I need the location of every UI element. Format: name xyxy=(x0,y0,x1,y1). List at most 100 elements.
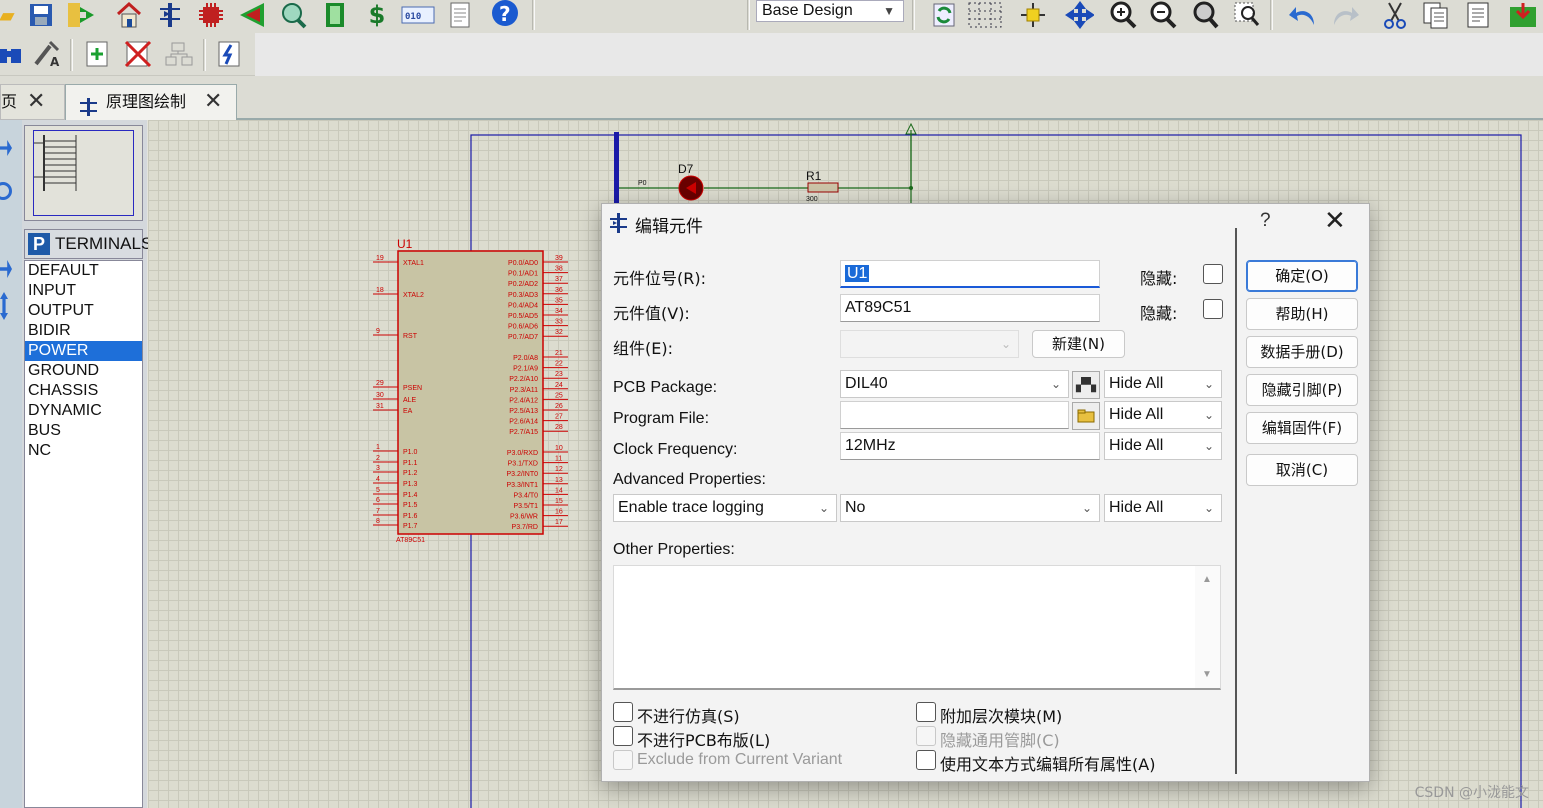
binoculars-icon[interactable] xyxy=(0,39,24,69)
scrollbar[interactable]: ▲ ▼ xyxy=(1195,566,1220,688)
help-icon[interactable]: ? xyxy=(1260,210,1271,232)
advanced-value-select[interactable]: No ⌄ xyxy=(840,494,1100,522)
pin-name: P3.2/INT0 xyxy=(506,471,538,478)
tools-icon[interactable]: A xyxy=(32,39,62,69)
undo-icon[interactable] xyxy=(1288,0,1318,30)
edit-firmware-button[interactable]: 编辑固件(F) xyxy=(1246,412,1358,444)
browse-package-button[interactable]: ▞▚ xyxy=(1072,371,1100,399)
terminal-item[interactable]: GROUND xyxy=(25,361,142,381)
terminal-item[interactable]: BIDIR xyxy=(25,321,142,341)
terminal-item[interactable]: CHASSIS xyxy=(25,381,142,401)
variant-select[interactable]: Base Design ▼ xyxy=(756,0,904,22)
scroll-up-icon[interactable]: ▲ xyxy=(1202,574,1212,585)
script-icon[interactable] xyxy=(214,39,244,69)
tab-schematic[interactable]: 原理图绘制 ✕ xyxy=(65,84,237,120)
pin-name: P2.2/A10 xyxy=(509,376,538,383)
schematic-icon[interactable] xyxy=(155,0,185,30)
new-sheet-icon[interactable] xyxy=(82,39,112,69)
delete-sheet-icon[interactable] xyxy=(123,39,153,69)
clock-frequency-input[interactable]: 12MHz xyxy=(840,432,1100,460)
exclude-variant-checkbox[interactable] xyxy=(613,750,633,770)
terminal-item[interactable]: DYNAMIC xyxy=(25,401,142,421)
datasheet-button[interactable]: 数据手册(D) xyxy=(1246,336,1358,368)
advanced-visibility[interactable]: Hide All ⌄ xyxy=(1104,494,1222,522)
refresh-icon[interactable] xyxy=(929,0,959,30)
pcb-package-visibility[interactable]: Hide All ⌄ xyxy=(1104,370,1222,398)
new-group-button[interactable]: 新建(N) xyxy=(1032,330,1125,358)
terminal-item[interactable]: INPUT xyxy=(25,281,142,301)
rotate-icon[interactable] xyxy=(0,182,12,200)
copy-icon[interactable] xyxy=(1421,0,1451,30)
document-icon[interactable] xyxy=(445,0,475,30)
edit-as-text-checkbox[interactable] xyxy=(916,750,936,770)
value-input[interactable]: AT89C51 xyxy=(840,294,1100,322)
pcb-package-select[interactable]: DIL40 ⌄ xyxy=(840,370,1069,398)
attach-hierarchy-checkbox[interactable] xyxy=(916,702,936,722)
hide-ref-checkbox[interactable] xyxy=(1203,264,1223,284)
cancel-button[interactable]: 取消(C) xyxy=(1246,454,1358,486)
grid-icon[interactable] xyxy=(967,0,1003,30)
pin-number: 33 xyxy=(555,319,563,326)
binary-icon[interactable]: 010 xyxy=(400,0,436,30)
pin-name: P2.4/A12 xyxy=(509,397,538,404)
close-icon[interactable]: ✕ xyxy=(204,85,222,119)
home-icon[interactable] xyxy=(114,0,144,30)
arrow-icon[interactable] xyxy=(0,140,12,156)
import-icon[interactable] xyxy=(66,0,96,30)
terminal-item[interactable]: BUS xyxy=(25,421,142,441)
block-icon[interactable] xyxy=(1508,0,1538,30)
r1-ref-label: R1 xyxy=(806,169,822,183)
cut-icon[interactable] xyxy=(1380,0,1410,30)
help-icon[interactable]: ? xyxy=(490,0,520,30)
help-button[interactable]: 帮助(H) xyxy=(1246,298,1358,330)
browse-file-button[interactable] xyxy=(1072,402,1100,430)
program-file-label: Program File: xyxy=(613,410,710,427)
flip-icon[interactable] xyxy=(0,292,8,320)
arrow-right-icon[interactable] xyxy=(0,260,12,278)
redo-icon[interactable] xyxy=(1330,0,1360,30)
hidden-pins-button[interactable]: 隐藏引脚(P) xyxy=(1246,374,1358,406)
zoom-all-icon[interactable] xyxy=(1190,0,1220,30)
gerber-icon[interactable] xyxy=(238,0,268,30)
bom-icon[interactable] xyxy=(320,0,350,30)
hide-value-checkbox[interactable] xyxy=(1203,299,1223,319)
component-icon xyxy=(610,213,628,233)
paste-icon[interactable] xyxy=(1463,0,1493,30)
terminal-item[interactable]: DEFAULT xyxy=(25,261,142,281)
close-icon[interactable]: ✕ xyxy=(1324,206,1346,236)
3d-view-icon[interactable] xyxy=(278,0,308,30)
terminal-item[interactable]: OUTPUT xyxy=(25,301,142,321)
chip-icon[interactable] xyxy=(196,0,226,30)
tab-home[interactable]: 页 ✕ xyxy=(0,84,65,120)
other-properties-textarea[interactable]: ▲ ▼ xyxy=(613,565,1221,690)
program-file-input[interactable] xyxy=(840,401,1069,429)
hide-common-pins-checkbox[interactable] xyxy=(916,726,936,746)
origin-icon[interactable] xyxy=(1018,0,1048,30)
ref-label: 元件位号(R): xyxy=(613,269,706,288)
program-file-visibility[interactable]: Hide All ⌄ xyxy=(1104,401,1222,429)
dollar-icon[interactable]: $ xyxy=(362,0,392,30)
no-pcb-checkbox[interactable] xyxy=(613,726,633,746)
advanced-property-select[interactable]: Enable trace logging ⌄ xyxy=(613,494,837,522)
clock-frequency-visibility[interactable]: Hide All ⌄ xyxy=(1104,432,1222,460)
pan-icon[interactable] xyxy=(1064,0,1094,30)
group-label: 组件(E): xyxy=(613,339,673,358)
pick-devices-button[interactable]: P xyxy=(28,233,50,255)
folder-icon[interactable]: ▰ xyxy=(0,0,22,30)
zoom-area-icon[interactable] xyxy=(1232,0,1262,30)
scroll-down-icon[interactable]: ▼ xyxy=(1202,669,1212,680)
save-icon[interactable] xyxy=(26,0,56,30)
hierarchy-icon[interactable] xyxy=(164,39,194,69)
secondary-toolbar: A xyxy=(0,33,255,76)
ref-input[interactable]: U1 xyxy=(840,260,1100,288)
zoom-out-icon[interactable] xyxy=(1148,0,1178,30)
terminal-item[interactable]: POWER xyxy=(25,341,142,361)
group-select[interactable]: ⌄ xyxy=(840,330,1019,358)
dialog-separator xyxy=(1235,228,1237,774)
no-simulate-checkbox[interactable] xyxy=(613,702,633,722)
ok-button[interactable]: 确定(O) xyxy=(1246,260,1358,292)
close-icon[interactable]: ✕ xyxy=(27,85,45,119)
chevron-down-icon: ⌄ xyxy=(1203,377,1214,391)
zoom-in-icon[interactable] xyxy=(1108,0,1138,30)
terminal-item[interactable]: NC xyxy=(25,441,142,461)
